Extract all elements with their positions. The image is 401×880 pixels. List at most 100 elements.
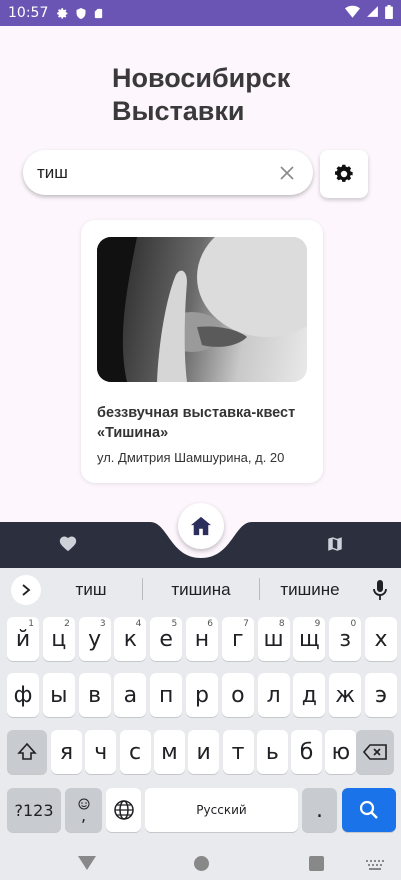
key-о[interactable]: о (221, 673, 254, 717)
key-а[interactable]: а (114, 673, 147, 717)
key-т-label: т (231, 739, 245, 765)
key-ч-label: ч (94, 739, 108, 765)
key-п-label: п (158, 682, 174, 708)
key-х[interactable]: х (365, 617, 397, 661)
key-ь-label: ь (265, 739, 279, 765)
language-key[interactable] (106, 788, 141, 832)
key-ф[interactable]: ф (7, 673, 39, 717)
exhibition-name-line1: беззвучная выставка-квест (97, 405, 296, 421)
key-э[interactable]: э (365, 673, 397, 717)
keyboard-icon (366, 860, 384, 870)
key-г[interactable]: г7 (221, 617, 254, 661)
key-ю[interactable]: ю (325, 730, 357, 774)
key-ь[interactable]: ь (256, 730, 288, 774)
symbols-key[interactable]: ?123 (7, 788, 61, 832)
key-л[interactable]: л (257, 673, 290, 717)
map-icon (328, 537, 342, 551)
signal-icon (366, 5, 379, 21)
key-е[interactable]: е5 (150, 617, 183, 661)
suggestion-1[interactable]: тиш (33, 580, 149, 600)
key-з-label: з (339, 626, 352, 652)
voice-input-button[interactable] (372, 579, 388, 606)
key-ю-label: ю (331, 739, 351, 765)
period-key-label: . (316, 797, 323, 823)
key-б-label: б (299, 739, 314, 765)
key-б[interactable]: б (291, 730, 323, 774)
key-у-label: у (88, 626, 102, 652)
space-key[interactable]: Русский (145, 788, 298, 832)
back-nav-button[interactable] (78, 856, 96, 875)
suggestion-3[interactable]: тишине (252, 580, 368, 600)
backspace-icon (363, 744, 387, 760)
shift-key[interactable] (7, 730, 47, 774)
home-system-button[interactable] (194, 856, 209, 871)
key-п[interactable]: п (150, 673, 183, 717)
key-ы-label: ы (50, 682, 68, 708)
key-в[interactable]: в (78, 673, 111, 717)
recents-system-button[interactable] (309, 856, 324, 871)
period-key[interactable]: . (302, 788, 337, 832)
page-title: Новосибирск Выставки (112, 62, 290, 128)
heart-icon (59, 536, 77, 552)
key-щ-hint: 9 (314, 619, 321, 629)
keyboard-switch-button[interactable] (366, 858, 384, 876)
key-д-label: д (301, 682, 317, 708)
key-ч[interactable]: ч (85, 730, 117, 774)
home-nav-button[interactable] (178, 503, 224, 549)
key-и[interactable]: и (188, 730, 220, 774)
favorites-nav-button[interactable] (58, 534, 78, 557)
search-input[interactable] (37, 162, 275, 183)
key-у[interactable]: у3 (78, 617, 111, 661)
clear-search-icon[interactable] (275, 161, 299, 185)
key-н-hint: 6 (207, 619, 213, 629)
search-bar[interactable] (23, 150, 313, 195)
map-nav-button[interactable] (326, 535, 344, 558)
key-т[interactable]: т (222, 730, 254, 774)
key-ф-label: ф (13, 682, 33, 708)
status-bar: 10:57 (0, 0, 401, 26)
key-г-label: г (232, 626, 244, 652)
key-я[interactable]: я (51, 730, 82, 774)
key-м[interactable]: м (153, 730, 185, 774)
key-н[interactable]: н6 (186, 617, 218, 661)
emoji-comma-key[interactable]: , (65, 788, 102, 832)
key-е-hint: 5 (171, 619, 178, 629)
key-щ[interactable]: щ9 (293, 617, 326, 661)
shift-icon (17, 742, 37, 760)
suggestion-2[interactable]: тишина (143, 580, 259, 600)
key-ж-label: ж (335, 682, 356, 708)
key-ш[interactable]: ш8 (257, 617, 290, 661)
key-л-label: л (266, 682, 281, 708)
key-й[interactable]: й1 (7, 617, 39, 661)
key-к[interactable]: к4 (114, 617, 147, 661)
key-й-label: й (15, 626, 31, 652)
key-ц[interactable]: ц2 (42, 617, 75, 661)
gear-icon (335, 164, 353, 182)
key-ц-label: ц (51, 626, 67, 652)
key-р-label: р (195, 682, 209, 708)
key-ж[interactable]: ж (329, 673, 362, 717)
wifi-icon (345, 5, 360, 21)
symbols-key-label: ?123 (14, 800, 54, 820)
key-з[interactable]: з0 (329, 617, 362, 661)
key-ы[interactable]: ы (42, 673, 75, 717)
comma-label: , (80, 806, 87, 825)
key-я-label: я (59, 739, 74, 765)
key-р[interactable]: р (186, 673, 218, 717)
key-е-label: е (159, 626, 173, 652)
globe-icon (113, 800, 134, 820)
key-с[interactable]: с (119, 730, 151, 774)
exhibition-card[interactable]: беззвучная выставка-квест «Тишина» ул. Д… (81, 220, 323, 483)
back-triangle-icon (78, 856, 96, 870)
key-д[interactable]: д (293, 673, 326, 717)
system-nav-bar (0, 843, 401, 880)
sd-card-icon (93, 7, 104, 20)
exhibition-name: беззвучная выставка-квест «Тишина» (97, 403, 312, 443)
backspace-key[interactable] (356, 730, 394, 774)
key-м-label: м (161, 739, 178, 765)
settings-button[interactable] (320, 150, 368, 198)
key-х-label: х (374, 626, 388, 652)
page-title-line2: Выставки (112, 96, 245, 126)
exhibition-address: ул. Дмитрия Шамшурина, д. 20 (97, 450, 285, 465)
keyboard-search-key[interactable] (342, 788, 396, 832)
